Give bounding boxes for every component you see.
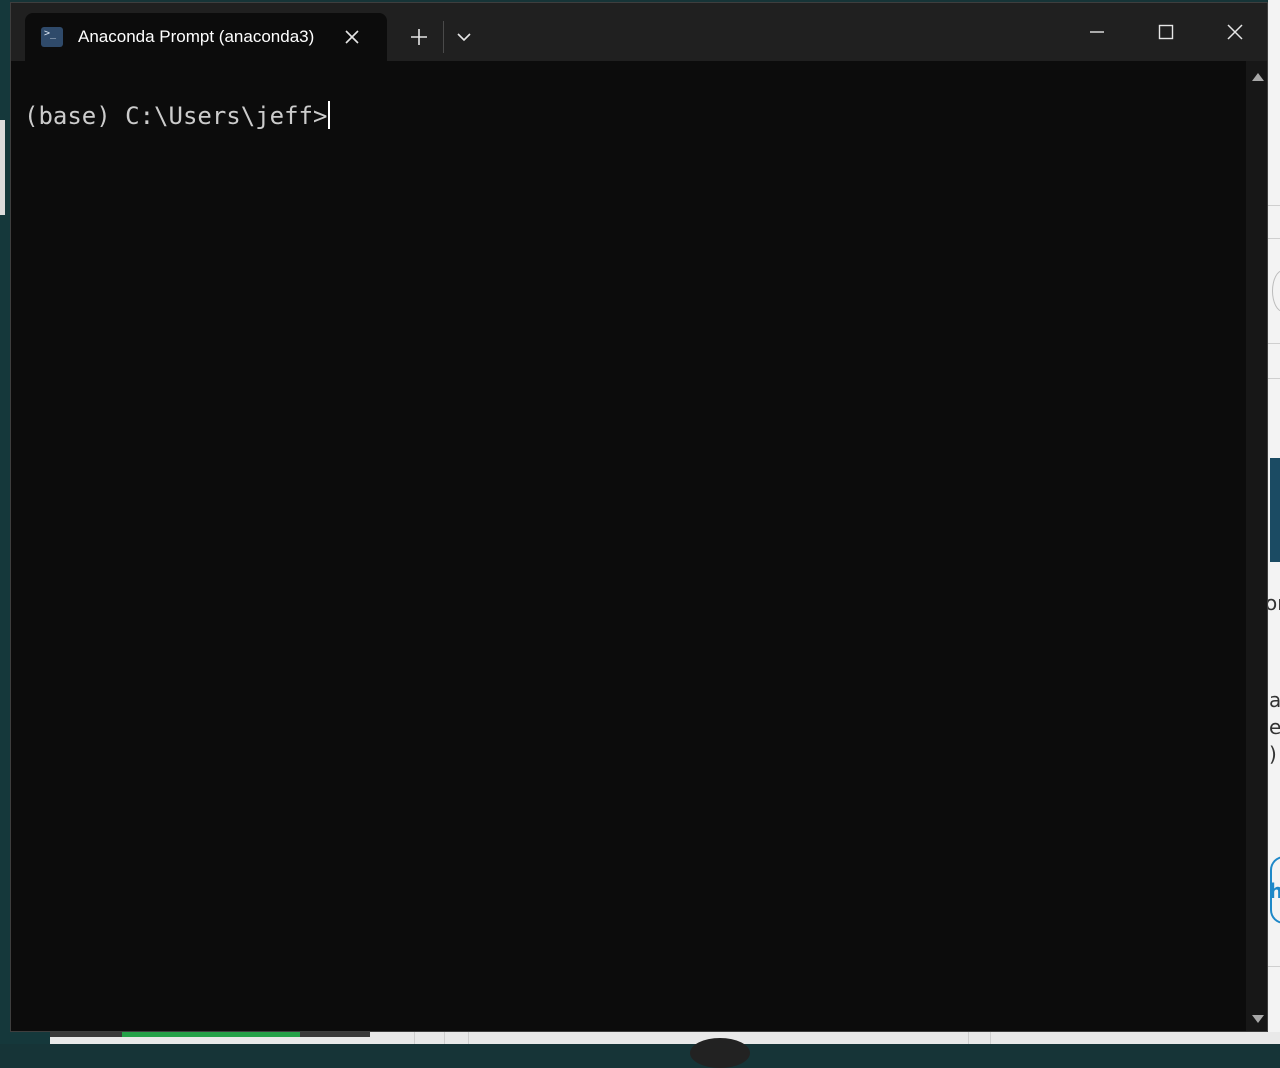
divider (1268, 238, 1280, 239)
terminal-output[interactable]: (base) C:\Users\jeff> (11, 61, 1246, 1031)
divider (1268, 966, 1280, 967)
minimize-icon (1090, 31, 1104, 33)
toolbar-divider (443, 21, 444, 53)
desktop-background-bottom (0, 1032, 50, 1044)
scroll-up-arrow-icon[interactable] (1252, 73, 1264, 81)
divider (1268, 378, 1280, 379)
tab-title: Anaconda Prompt (anaconda3) (78, 27, 315, 46)
divider (968, 1032, 969, 1044)
close-icon (345, 30, 359, 44)
text-cursor (328, 101, 331, 129)
background-text-fragment: ) (1269, 742, 1277, 766)
background-text-fragment: a (1269, 688, 1280, 712)
desktop-background-left (0, 0, 10, 1044)
close-window-button[interactable] (1212, 15, 1258, 49)
divider (1268, 205, 1280, 206)
profile-dropdown-button[interactable] (451, 23, 477, 51)
divider (414, 1032, 415, 1044)
prompt-text: (base) C:\Users\jeff> (24, 102, 328, 130)
maximize-icon (1158, 24, 1174, 40)
chevron-down-icon (457, 33, 471, 42)
background-panel (1270, 458, 1280, 562)
background-progress-fill (122, 1032, 300, 1037)
vertical-scrollbar[interactable] (1246, 61, 1267, 1031)
tab-anaconda-prompt[interactable]: >_ Anaconda Prompt (anaconda3) (25, 13, 387, 61)
background-app-bottom (0, 1032, 1280, 1068)
background-text-fragment: e (1269, 715, 1280, 739)
minimize-button[interactable] (1074, 15, 1120, 49)
command-prompt-line[interactable]: (base) C:\Users\jeff> (24, 99, 331, 133)
close-icon (1227, 24, 1243, 40)
divider (468, 1032, 469, 1044)
new-tab-button[interactable] (405, 23, 433, 51)
plus-icon (411, 29, 427, 45)
divider (444, 1032, 445, 1044)
background-shape (690, 1038, 750, 1068)
terminal-window: >_ Anaconda Prompt (anaconda3) (base) C:… (10, 2, 1268, 1032)
maximize-button[interactable] (1143, 15, 1189, 49)
terminal-icon: >_ (41, 27, 63, 47)
divider (990, 1032, 991, 1044)
background-text-fragment: h (1269, 879, 1280, 903)
title-bar[interactable]: >_ Anaconda Prompt (anaconda3) (11, 3, 1267, 61)
divider (1268, 343, 1280, 344)
background-button (1272, 270, 1280, 312)
background-window-edge (0, 120, 5, 215)
scroll-down-arrow-icon[interactable] (1252, 1015, 1264, 1023)
tab-close-button[interactable] (341, 26, 363, 48)
background-app-right: or a e ) h (1265, 0, 1280, 1044)
